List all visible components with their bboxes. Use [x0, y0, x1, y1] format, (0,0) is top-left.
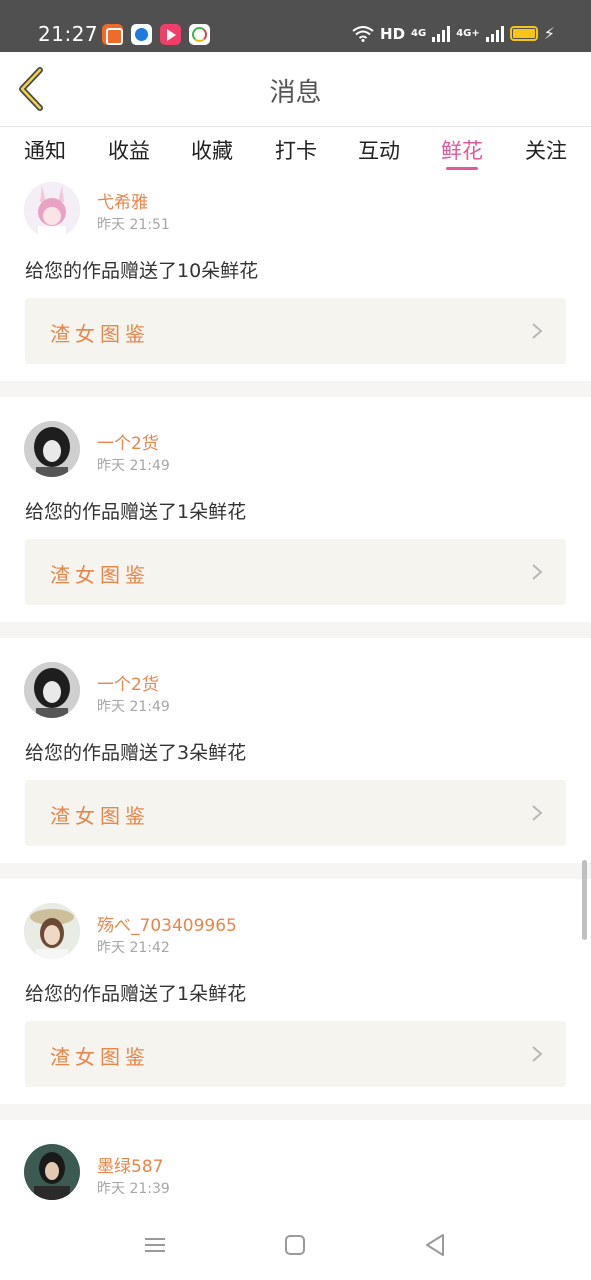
active-tab-indicator	[446, 167, 478, 170]
timestamp: 昨天 21:49	[97, 458, 170, 474]
card-divider	[0, 622, 591, 638]
username[interactable]: 一个2货	[97, 429, 159, 454]
username[interactable]: 弋希雅	[97, 188, 148, 213]
notification-app-icons	[102, 24, 210, 45]
work-link[interactable]: 渣女图鉴	[25, 780, 566, 846]
menu-icon[interactable]	[140, 1230, 170, 1260]
tab-interaction[interactable]: 互动	[358, 135, 400, 165]
signal-4g-label: 4G	[411, 28, 427, 39]
timestamp: 昨天 21:42	[97, 940, 170, 956]
back-triangle-icon[interactable]	[420, 1230, 450, 1260]
timestamp: 昨天 21:49	[97, 699, 170, 715]
message-card: 殇べ_703409965 昨天 21:42 给您的作品赠送了1朵鲜花 渣女图鉴	[0, 879, 591, 1087]
work-title: 渣女图鉴	[50, 563, 150, 587]
avatar[interactable]	[24, 903, 80, 959]
message-card: 墨绿587 昨天 21:39	[0, 1120, 591, 1210]
avatar-girl-portrait-icon	[24, 662, 80, 718]
app-colorful-icon	[189, 24, 210, 45]
card-divider	[0, 1104, 591, 1120]
tab-earnings[interactable]: 收益	[108, 135, 150, 165]
scrollbar[interactable]	[582, 860, 587, 940]
work-link[interactable]: 渣女图鉴	[25, 539, 566, 605]
avatar-warrior-icon	[24, 1144, 80, 1200]
message-card: 弋希雅 昨天 21:51 给您的作品赠送了10朵鲜花 渣女图鉴	[0, 176, 591, 381]
status-time: 21:27	[38, 22, 99, 46]
status-bar: 21:27 HD 4G 4G+ ⚡	[0, 0, 591, 52]
chevron-right-icon	[532, 564, 543, 580]
message-text: 给您的作品赠送了3朵鲜花	[25, 742, 247, 764]
card-divider	[0, 863, 591, 879]
message-text: 给您的作品赠送了1朵鲜花	[25, 983, 247, 1005]
avatar-girl-portrait-icon	[24, 421, 80, 477]
username[interactable]: 殇べ_703409965	[97, 911, 237, 936]
chevron-right-icon	[532, 323, 543, 339]
chevron-right-icon	[532, 805, 543, 821]
message-card: 一个2货 昨天 21:49 给您的作品赠送了3朵鲜花 渣女图鉴	[0, 638, 591, 846]
home-square-icon[interactable]	[280, 1230, 310, 1260]
work-title: 渣女图鉴	[50, 804, 150, 828]
tab-flowers[interactable]: 鲜花	[441, 135, 483, 165]
work-link[interactable]: 渣女图鉴	[25, 298, 566, 364]
charging-bolt-icon: ⚡	[543, 24, 555, 43]
page-title: 消息	[269, 78, 322, 108]
card-divider	[0, 381, 591, 397]
signal-bars-icon	[485, 25, 504, 42]
signal-4g-plus-label: 4G+	[456, 28, 480, 39]
tab-checkin[interactable]: 打卡	[275, 135, 317, 165]
wifi-icon	[352, 25, 374, 42]
message-text: 给您的作品赠送了1朵鲜花	[25, 501, 247, 523]
signal-bars-icon	[432, 25, 451, 42]
message-feed[interactable]: 弋希雅 昨天 21:51 给您的作品赠送了10朵鲜花 渣女图鉴 一个2货 昨天 …	[0, 176, 591, 1210]
username[interactable]: 墨绿587	[97, 1152, 163, 1177]
avatar[interactable]	[24, 182, 80, 238]
tab-bar: 通知 收益 收藏 打卡 互动 鲜花 关注	[0, 126, 591, 176]
tab-notice[interactable]: 通知	[24, 135, 66, 165]
tab-favorites[interactable]: 收藏	[191, 135, 233, 165]
work-title: 渣女图鉴	[50, 1045, 150, 1069]
app-orange-icon	[102, 24, 123, 45]
system-nav-bar	[0, 1210, 591, 1280]
work-link[interactable]: 渣女图鉴	[25, 1021, 566, 1087]
avatar[interactable]	[24, 1144, 80, 1200]
avatar-anime-bunny-icon	[24, 182, 80, 238]
username[interactable]: 一个2货	[97, 670, 159, 695]
app-red-play-icon	[160, 24, 181, 45]
message-text: 给您的作品赠送了10朵鲜花	[25, 260, 259, 282]
avatar[interactable]	[24, 421, 80, 477]
avatar[interactable]	[24, 662, 80, 718]
avatar-girl-hat-icon	[24, 903, 80, 959]
timestamp: 昨天 21:51	[97, 217, 170, 233]
app-blue-icon	[131, 24, 152, 45]
timestamp: 昨天 21:39	[97, 1181, 170, 1197]
status-indicators: HD 4G 4G+ ⚡	[352, 24, 555, 43]
battery-icon	[509, 26, 538, 41]
chevron-right-icon	[532, 1046, 543, 1062]
hd-label: HD	[380, 24, 406, 43]
app-header: 消息	[0, 52, 591, 126]
work-title: 渣女图鉴	[50, 322, 150, 346]
tab-follow[interactable]: 关注	[525, 135, 567, 165]
message-card: 一个2货 昨天 21:49 给您的作品赠送了1朵鲜花 渣女图鉴	[0, 397, 591, 605]
